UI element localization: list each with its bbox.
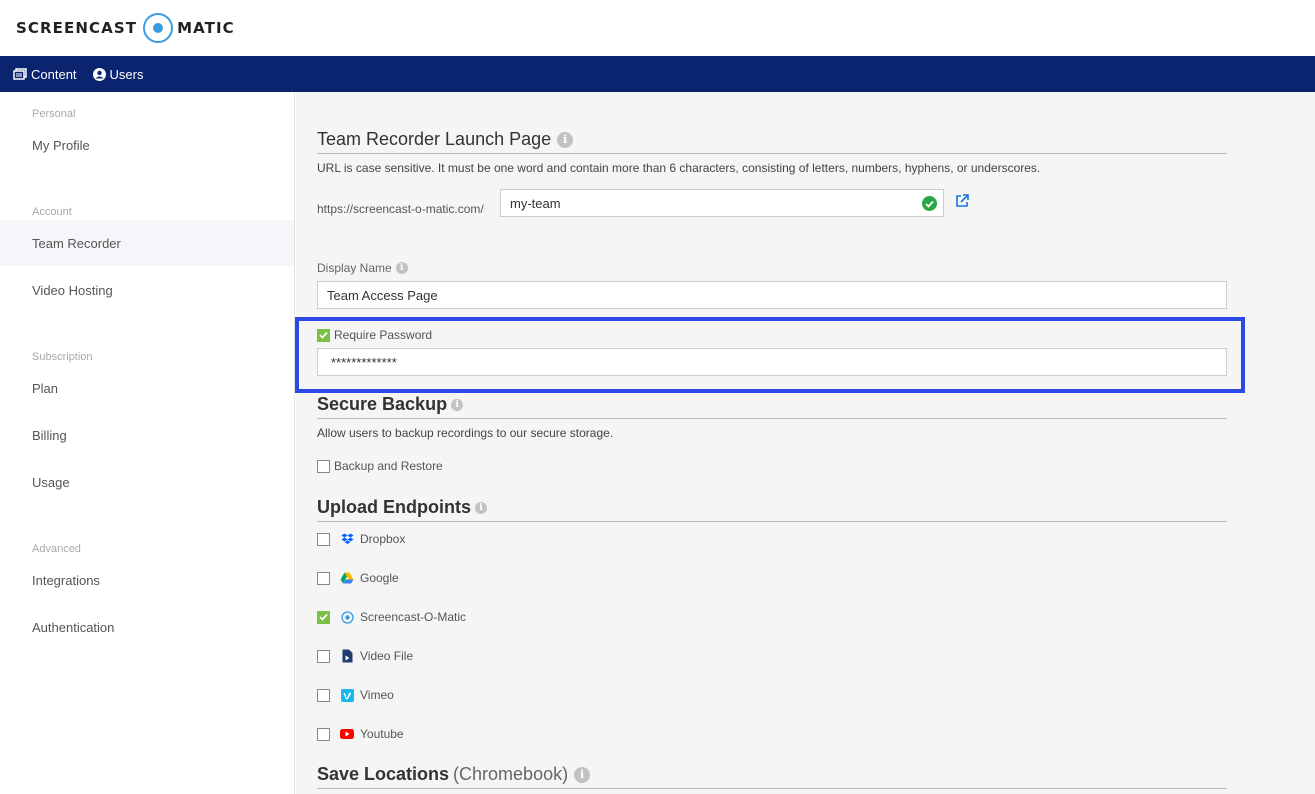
sidebar-item-authentication[interactable]: Authentication xyxy=(0,604,294,650)
info-icon[interactable]: i xyxy=(395,262,408,274)
info-icon[interactable]: i xyxy=(557,131,574,148)
endpoint-screencast[interactable]: Screencast-O-Matic xyxy=(317,610,466,624)
endpoint-label: Google xyxy=(360,571,399,585)
launch-page-title: Team Recorder Launch Page xyxy=(317,129,552,149)
sidebar: Personal My Profile Account Team Recorde… xyxy=(0,92,295,794)
valid-check-icon xyxy=(922,196,937,211)
sidebar-item-video-hosting[interactable]: Video Hosting xyxy=(0,267,294,313)
sidebar-section-account: Account xyxy=(32,206,72,218)
endpoint-label: Video File xyxy=(360,649,414,663)
checkbox-icon xyxy=(317,532,330,546)
user-circle-icon xyxy=(92,67,106,81)
logo-circle-icon xyxy=(143,13,174,43)
display-name-value: Team Access Page xyxy=(327,287,438,303)
display-name-label: Display Name i xyxy=(317,261,408,275)
url-prefix: https://screencast-o-matic.com/ xyxy=(317,202,484,216)
secure-backup-description: Allow users to backup recordings to our … xyxy=(317,426,614,440)
secure-backup-heading: Secure Backup i xyxy=(317,394,1227,419)
upload-endpoints-heading: Upload Endpoints i xyxy=(317,497,1227,522)
content-icon xyxy=(13,68,27,80)
screencast-icon xyxy=(340,610,354,624)
require-password-checkbox[interactable]: Require Password xyxy=(317,328,432,342)
launch-page-description: URL is case sensitive. It must be one wo… xyxy=(317,161,1041,175)
google-drive-icon xyxy=(340,571,354,585)
endpoint-youtube[interactable]: Youtube xyxy=(317,727,404,741)
url-input[interactable]: my-team xyxy=(500,189,944,217)
save-locations-title: Save Locations xyxy=(317,764,450,784)
dropbox-icon xyxy=(340,532,354,546)
info-icon[interactable]: i xyxy=(474,501,487,514)
endpoint-vimeo[interactable]: Vimeo xyxy=(317,688,394,702)
sidebar-section-advanced: Advanced xyxy=(32,543,81,555)
checkbox-checked-icon xyxy=(317,328,330,342)
launch-page-heading: Team Recorder Launch Page i xyxy=(317,129,1227,154)
checkbox-icon xyxy=(317,727,330,741)
checkbox-checked-icon xyxy=(317,610,330,624)
top-navbar: Content Users xyxy=(0,56,1315,92)
nav-users[interactable]: Users xyxy=(92,66,144,82)
nav-users-label: Users xyxy=(109,66,144,82)
nav-content[interactable]: Content xyxy=(13,67,77,82)
app-header: SCREENCAST MATIC xyxy=(0,0,1315,56)
main-content: Team Recorder Launch Page i URL is case … xyxy=(296,92,1315,794)
brand-logo[interactable]: SCREENCAST MATIC xyxy=(16,12,235,44)
endpoint-label: Vimeo xyxy=(360,688,394,702)
checkbox-icon xyxy=(317,649,330,663)
upload-endpoints-title: Upload Endpoints xyxy=(317,497,471,517)
password-value: ************* xyxy=(331,354,397,370)
checkbox-icon xyxy=(317,688,330,702)
brand-right: MATIC xyxy=(177,19,235,37)
youtube-icon xyxy=(340,727,354,741)
endpoint-google[interactable]: Google xyxy=(317,571,399,585)
checkbox-icon xyxy=(317,571,330,585)
endpoint-video-file[interactable]: Video File xyxy=(317,649,413,663)
vimeo-icon xyxy=(340,688,354,702)
display-name-label-text: Display Name xyxy=(317,261,392,275)
save-locations-suffix: (Chromebook) xyxy=(453,764,569,784)
endpoint-dropbox[interactable]: Dropbox xyxy=(317,532,405,546)
save-locations-heading: Save Locations (Chromebook) i xyxy=(317,764,1227,789)
nav-content-label: Content xyxy=(31,66,77,82)
sidebar-item-team-recorder[interactable]: Team Recorder xyxy=(0,220,294,266)
password-input[interactable]: ************* xyxy=(317,348,1227,376)
video-file-icon xyxy=(340,649,354,663)
url-input-value: my-team xyxy=(510,195,561,211)
info-icon[interactable]: i xyxy=(574,766,591,783)
sidebar-item-plan[interactable]: Plan xyxy=(0,365,294,411)
info-icon[interactable]: i xyxy=(451,398,464,411)
external-link-icon[interactable] xyxy=(955,194,969,213)
backup-restore-checkbox[interactable]: Backup and Restore xyxy=(317,459,443,473)
endpoint-label: Youtube xyxy=(360,727,404,741)
endpoint-label: Screencast-O-Matic xyxy=(360,610,467,624)
require-password-label: Require Password xyxy=(334,328,433,342)
secure-backup-title: Secure Backup xyxy=(317,394,448,414)
sidebar-item-usage[interactable]: Usage xyxy=(0,459,294,505)
backup-restore-label: Backup and Restore xyxy=(334,459,443,473)
endpoint-label: Dropbox xyxy=(360,532,406,546)
sidebar-item-billing[interactable]: Billing xyxy=(0,412,294,458)
sidebar-section-subscription: Subscription xyxy=(32,351,93,363)
sidebar-item-my-profile[interactable]: My Profile xyxy=(0,122,294,168)
checkbox-icon xyxy=(317,459,330,473)
sidebar-item-integrations[interactable]: Integrations xyxy=(0,557,294,603)
sidebar-section-personal: Personal xyxy=(32,108,76,120)
brand-left: SCREENCAST xyxy=(16,19,138,37)
display-name-input[interactable]: Team Access Page xyxy=(317,281,1227,309)
